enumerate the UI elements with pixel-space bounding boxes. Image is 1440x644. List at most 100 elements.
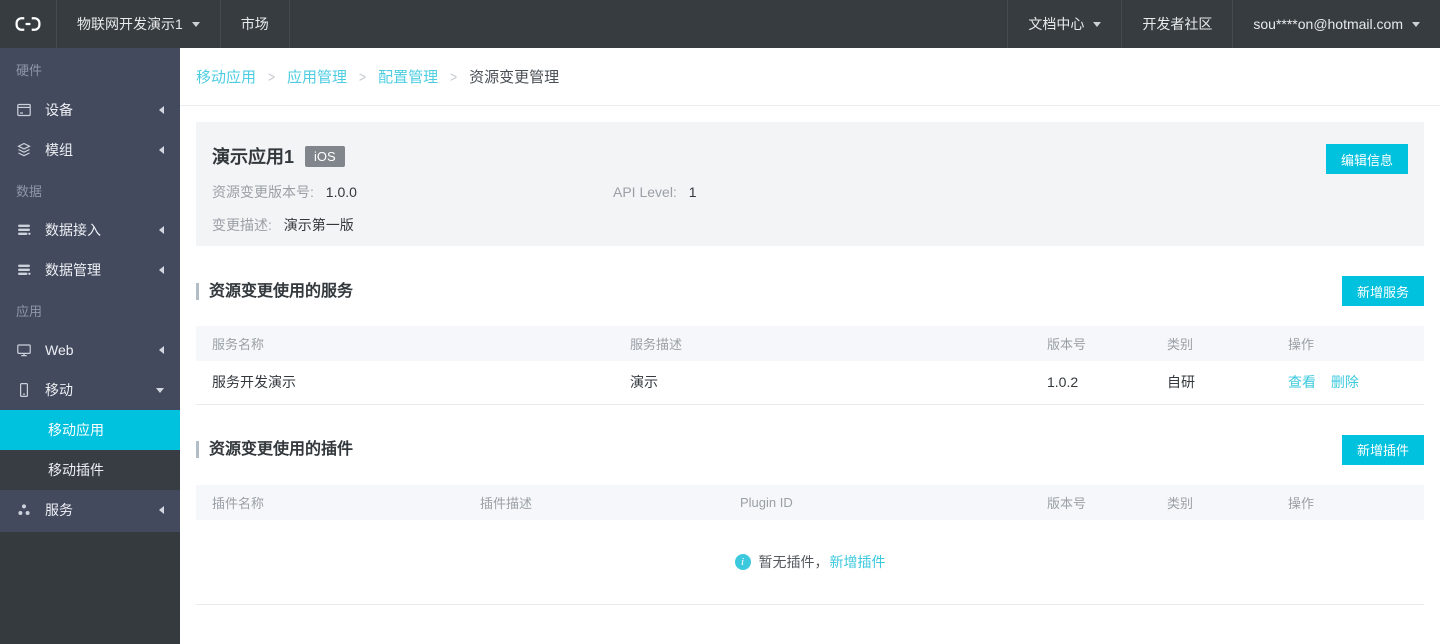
device-icon (16, 102, 32, 118)
add-plugin-link[interactable]: 新增插件 (830, 552, 886, 572)
sidebar-item-mobile[interactable]: 移动 (0, 370, 180, 410)
empty-text: 暂无插件， (758, 553, 829, 570)
sidebar: 硬件 设备 模组 数据 数据接入 数据管理 应用 Web 移动 移动应用 移动插… (0, 48, 180, 644)
field-value: 1 (688, 184, 697, 200)
plugins-section-title: 资源变更使用的插件 (196, 441, 353, 458)
col-actions: 操作 (1272, 484, 1424, 520)
chevron-down-icon (191, 21, 200, 27)
plugins-table-header-row: 插件名称 插件描述 Plugin ID 版本号 类别 操作 (196, 484, 1424, 520)
product-switcher-label: 物联网开发演示1 (77, 16, 183, 32)
col-plugin-name: 插件名称 (196, 484, 464, 520)
breadcrumb-separator: > (268, 68, 276, 85)
app-info-card: 演示应用1 iOS 编辑信息 资源变更版本号: 1.0.0 API Level:… (196, 122, 1424, 246)
field-value: 演示第一版 (283, 217, 354, 233)
col-version: 版本号 (1031, 484, 1151, 520)
chevron-down-icon (1093, 21, 1102, 27)
sidebar-item-label: 模组 (45, 142, 73, 158)
plugins-empty-state: i 暂无插件， 新增插件 (196, 519, 1424, 605)
info-icon: i (734, 553, 751, 570)
cell-category: 自研 (1151, 361, 1272, 405)
topbar-item-market[interactable]: 市场 (219, 0, 290, 48)
col-category: 类别 (1151, 484, 1272, 520)
topbar: 物联网开发演示1 市场 文档中心 开发者社区 sou****on@hotmail… (0, 0, 1440, 48)
services-table: 服务名称 服务描述 版本号 类别 操作 服务开发演示 演示 1.0.2 自研 查… (196, 326, 1424, 405)
breadcrumb-link-config-manage[interactable]: 配置管理 (378, 66, 438, 87)
sidebar-section-app: 应用 (16, 303, 43, 319)
data-access-icon (16, 222, 32, 238)
add-plugin-button[interactable]: 新增插件 (1342, 434, 1424, 465)
sidebar-subitem-label: 移动插件 (48, 462, 104, 478)
topbar-item-community[interactable]: 开发者社区 (1121, 0, 1232, 48)
module-icon (16, 142, 32, 158)
sidebar-section-hardware: 硬件 (16, 62, 43, 78)
market-label: 市场 (240, 16, 269, 32)
col-plugin-desc: 插件描述 (464, 484, 724, 520)
topbar-item-docs[interactable]: 文档中心 (1007, 0, 1121, 48)
breadcrumb-link-app-manage[interactable]: 应用管理 (287, 66, 347, 87)
col-service-desc: 服务描述 (614, 326, 1031, 361)
breadcrumb-current: 资源变更管理 (469, 69, 560, 86)
web-icon (16, 342, 32, 358)
sidebar-item-service[interactable]: 服务 (0, 490, 180, 530)
breadcrumb-separator: > (359, 68, 367, 85)
sidebar-section-data: 数据 (16, 183, 43, 199)
cell-version: 1.0.2 (1031, 361, 1151, 405)
data-manage-icon (16, 262, 32, 278)
sidebar-menu: 硬件 设备 模组 数据 数据接入 数据管理 应用 Web 移动 移动应用 移动插… (0, 48, 180, 532)
col-actions: 操作 (1272, 326, 1424, 361)
field-label: 资源变更版本号: (212, 184, 314, 200)
sidebar-subitem-mobile-app[interactable]: 移动应用 (0, 410, 180, 450)
service-icon (16, 502, 32, 518)
alibaba-cloud-logo-icon[interactable] (0, 0, 56, 48)
breadcrumb-separator: > (450, 68, 458, 85)
community-label: 开发者社区 (1142, 16, 1213, 32)
add-service-button[interactable]: 新增服务 (1342, 276, 1424, 306)
triangle-left-icon (159, 106, 164, 114)
sidebar-item-data-access[interactable]: 数据接入 (0, 210, 180, 250)
account-menu[interactable]: sou****on@hotmail.com (1232, 0, 1440, 48)
triangle-left-icon (159, 146, 164, 154)
plugins-table: 插件名称 插件描述 Plugin ID 版本号 类别 操作 (196, 484, 1424, 520)
cell-service-desc: 演示 (614, 361, 1031, 405)
breadcrumb-link-mobile-app[interactable]: 移动应用 (196, 66, 256, 87)
field-label: 变更描述: (212, 217, 272, 233)
sidebar-item-module[interactable]: 模组 (0, 130, 180, 170)
sidebar-item-web[interactable]: Web (0, 330, 180, 370)
view-link[interactable]: 查看 (1288, 374, 1316, 390)
breadcrumb: 移动应用 > 应用管理 > 配置管理 > 资源变更管理 (180, 48, 1440, 106)
account-email: sou****on@hotmail.com (1253, 16, 1403, 32)
triangle-left-icon (159, 226, 164, 234)
field-label: API Level: (613, 184, 677, 200)
sidebar-item-device[interactable]: 设备 (0, 90, 180, 130)
col-version: 版本号 (1031, 326, 1151, 361)
sidebar-item-label: 数据管理 (45, 262, 101, 278)
triangle-left-icon (159, 506, 164, 514)
sidebar-item-label: 数据接入 (45, 222, 101, 238)
main-content: 移动应用 > 应用管理 > 配置管理 > 资源变更管理 演示应用1 iOS 编辑… (180, 48, 1440, 644)
cell-actions: 查看 删除 (1272, 361, 1424, 405)
col-category: 类别 (1151, 326, 1272, 361)
product-switcher[interactable]: 物联网开发演示1 (56, 0, 220, 48)
field-change-desc: 变更描述: 演示第一版 (212, 215, 613, 235)
sidebar-item-label: Web (45, 342, 74, 358)
field-value: 1.0.0 (325, 184, 357, 200)
services-section-title: 资源变更使用的服务 (196, 282, 353, 300)
cell-service-name: 服务开发演示 (196, 361, 614, 405)
sidebar-subitem-mobile-plugin[interactable]: 移动插件 (0, 450, 180, 490)
platform-badge: iOS (305, 145, 345, 167)
table-row: 服务开发演示 演示 1.0.2 自研 查看 删除 (196, 361, 1424, 405)
chevron-down-icon (1412, 21, 1420, 27)
triangle-left-icon (159, 266, 164, 274)
sidebar-item-label: 服务 (45, 502, 73, 518)
field-api-level: API Level: 1 (613, 182, 1014, 202)
sidebar-item-label: 移动 (45, 382, 73, 398)
delete-link[interactable]: 删除 (1331, 374, 1359, 390)
field-resource-version: 资源变更版本号: 1.0.0 (212, 182, 613, 202)
sidebar-item-data-manage[interactable]: 数据管理 (0, 250, 180, 290)
edit-info-button[interactable]: 编辑信息 (1326, 144, 1408, 174)
services-section-header: 资源变更使用的服务 新增服务 (196, 276, 1424, 306)
mobile-icon (16, 382, 32, 398)
col-service-name: 服务名称 (196, 326, 614, 361)
app-title: 演示应用1 (212, 147, 295, 167)
